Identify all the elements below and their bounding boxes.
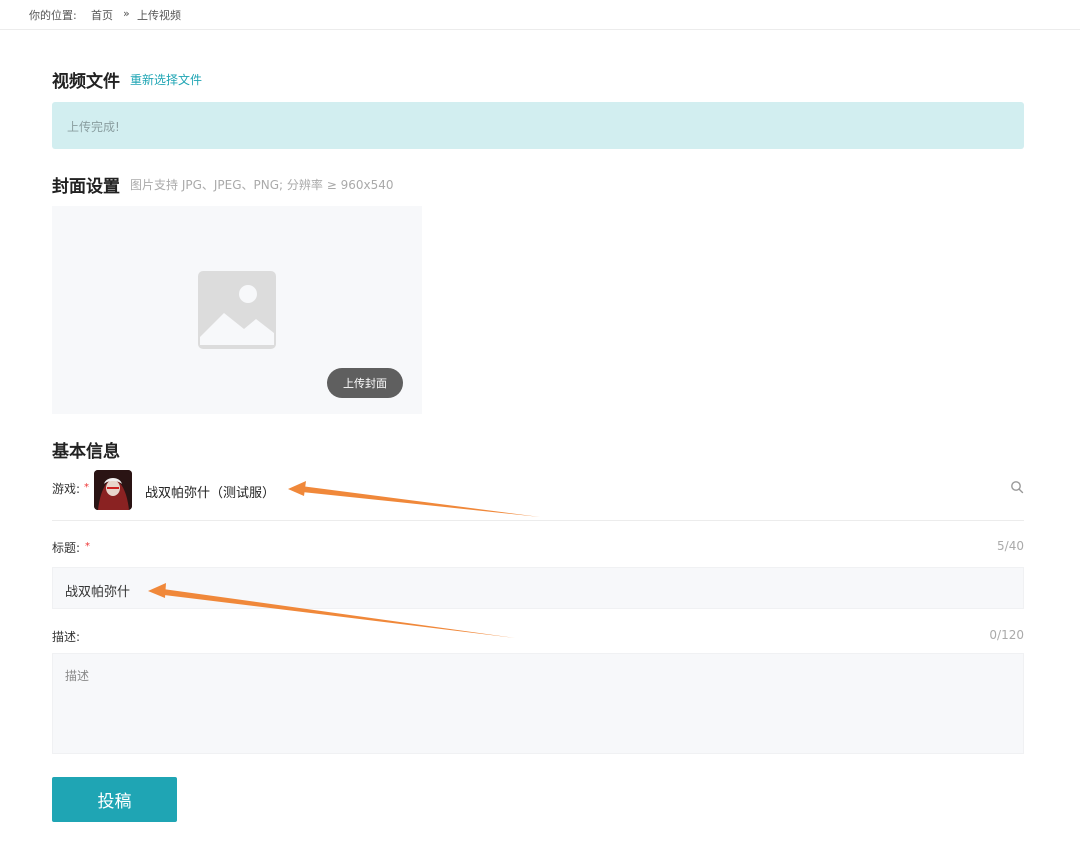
breadcrumb-current: 上传视频: [137, 9, 181, 22]
breadcrumb-separator: »: [123, 7, 130, 20]
search-icon[interactable]: [1010, 480, 1024, 494]
game-label: 游戏:: [52, 482, 81, 496]
reselect-file-link[interactable]: 重新选择文件: [130, 71, 202, 88]
upload-status-text: 上传完成!: [67, 120, 120, 134]
description-textarea[interactable]: 描述: [52, 653, 1024, 754]
game-select-row[interactable]: 游戏: * 战双帕弥什（测试服）: [52, 465, 1024, 521]
submit-button[interactable]: 投稿: [52, 777, 177, 822]
game-avatar: [94, 470, 132, 510]
video-file-heading: 视频文件: [52, 72, 120, 92]
breadcrumb-prefix: 你的位置:: [29, 9, 77, 22]
upload-cover-button[interactable]: 上传封面: [327, 368, 403, 398]
description-placeholder: 描述: [65, 669, 90, 683]
description-label: 描述:: [52, 630, 81, 644]
breadcrumb: 你的位置: 首页 » 上传视频: [0, 0, 1080, 30]
title-char-counter: 5/40: [997, 539, 1024, 553]
title-required-mark: *: [85, 541, 90, 552]
image-placeholder-icon: [198, 271, 276, 349]
title-label: 标题:: [52, 541, 81, 555]
cover-settings-heading: 封面设置: [52, 177, 120, 197]
basic-info-heading: 基本信息: [52, 442, 120, 462]
description-char-counter: 0/120: [989, 628, 1024, 642]
title-input[interactable]: 战双帕弥什: [52, 567, 1024, 609]
title-input-value: 战双帕弥什: [65, 585, 131, 600]
upload-status-notice: 上传完成!: [52, 102, 1024, 149]
game-name: 战双帕弥什（测试服）: [145, 486, 276, 501]
game-required-mark: *: [84, 482, 89, 493]
breadcrumb-home-link[interactable]: 首页: [91, 7, 113, 23]
cover-hint: 图片支持 JPG、JPEG、PNG; 分辨率 ≥ 960x540: [130, 178, 394, 192]
cover-preview[interactable]: 上传封面: [52, 206, 422, 414]
